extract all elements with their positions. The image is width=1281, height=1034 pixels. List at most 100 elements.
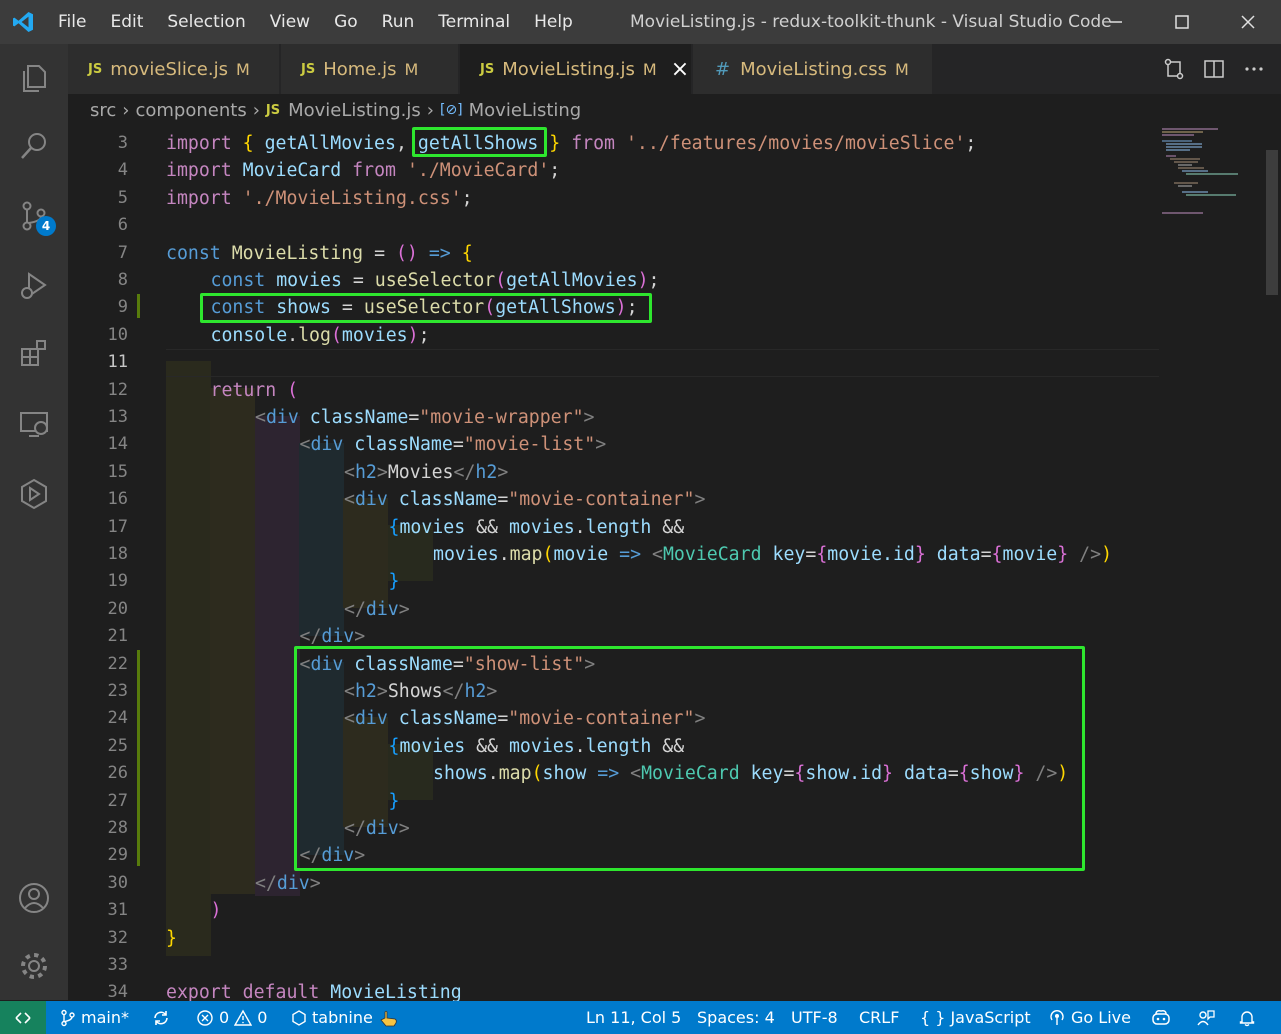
close-tab-icon[interactable]: × xyxy=(671,57,689,82)
css-file-icon: # xyxy=(715,58,731,80)
line-number: 27 xyxy=(107,790,128,811)
search-icon xyxy=(21,133,46,159)
tab-home[interactable]: JS Home.js M xyxy=(281,44,459,94)
window-title: MovieListing.js - redux-toolkit-thunk - … xyxy=(630,12,1112,32)
copilot-button[interactable] xyxy=(1150,1001,1172,1034)
settings-button[interactable] xyxy=(0,936,68,996)
feedback-button[interactable] xyxy=(1196,1001,1216,1034)
tab-movielisting[interactable]: JS MovieListing.js M × xyxy=(460,44,692,94)
modified-indicator: M xyxy=(895,59,909,79)
accounts-button[interactable] xyxy=(0,868,68,928)
source-control-badge: 4 xyxy=(36,216,56,236)
window-controls xyxy=(1083,0,1281,44)
line-number: 32 xyxy=(107,927,128,948)
remote-icon xyxy=(15,1011,31,1024)
hand-pointer-icon xyxy=(380,1010,397,1026)
code-line-17: {movies && movies.length && xyxy=(388,516,685,538)
maximize-icon xyxy=(1175,15,1189,29)
close-icon xyxy=(1241,15,1255,29)
line-number: 31 xyxy=(107,900,128,921)
highlight-box-selector xyxy=(200,293,652,323)
line-number: 13 xyxy=(107,407,128,427)
code-editor[interactable]: 3 4 5 6 7 8 9 10 11 12 13 14 15 16 17 18… xyxy=(68,126,1281,1001)
tab-movielisting-css[interactable]: # MovieListing.css M xyxy=(693,44,933,94)
line-number: 23 xyxy=(107,681,128,701)
line-number: 24 xyxy=(107,708,128,729)
breadcrumb: src › components › JS MovieListing.js › … xyxy=(68,94,1281,126)
tabnine-indicator[interactable]: tabnine xyxy=(291,1001,400,1034)
encoding[interactable]: UTF-8 xyxy=(791,1001,838,1034)
sync-button[interactable] xyxy=(151,1001,171,1034)
cursor-position[interactable]: Ln 11, Col 5 xyxy=(586,1001,681,1034)
code-line-32: } xyxy=(166,927,177,949)
line-number: 15 xyxy=(107,461,128,482)
line-number: 30 xyxy=(107,872,128,893)
git-modified-marker xyxy=(137,294,140,318)
problems-indicator[interactable]: 0 0 xyxy=(196,1001,267,1034)
breadcrumb-file[interactable]: MovieListing.js xyxy=(288,100,421,121)
live-share-icon xyxy=(21,478,47,510)
go-live-button[interactable]: Go Live xyxy=(1048,1001,1131,1034)
more-actions-icon[interactable] xyxy=(1243,58,1265,80)
explorer-button[interactable] xyxy=(0,48,68,108)
minimize-icon xyxy=(1110,21,1122,23)
language-mode[interactable]: { } JavaScript xyxy=(920,1001,1031,1034)
indentation[interactable]: Spaces: 4 xyxy=(697,1001,775,1034)
close-window-button[interactable] xyxy=(1215,0,1281,44)
branch-indicator[interactable]: main* xyxy=(60,1001,129,1034)
code-line-8: const movies = useSelector(getAllMovies)… xyxy=(210,270,660,291)
minimize-button[interactable] xyxy=(1083,0,1149,44)
line-number: 7 xyxy=(117,242,128,263)
modified-indicator: M xyxy=(642,59,657,79)
menu-edit[interactable]: Edit xyxy=(98,0,155,44)
gear-icon xyxy=(21,953,47,979)
menu-selection[interactable]: Selection xyxy=(155,0,257,44)
code-line-20: </div> xyxy=(344,598,410,620)
git-modified-marker xyxy=(137,650,140,866)
braces-icon: { } xyxy=(920,1008,946,1027)
remote-explorer-button[interactable] xyxy=(0,394,68,454)
language-label: JavaScript xyxy=(950,1008,1031,1027)
bell-icon xyxy=(1239,1010,1255,1026)
code-line-18: movies.map(movie => <MovieCard key={movi… xyxy=(433,544,1113,565)
code-line-16: <div className="movie-container"> xyxy=(344,489,706,511)
menu-file[interactable]: File xyxy=(46,0,98,44)
breadcrumb-components[interactable]: components xyxy=(135,100,246,121)
maximize-button[interactable] xyxy=(1149,0,1215,44)
menu-go[interactable]: Go xyxy=(322,0,370,44)
end-of-line[interactable]: CRLF xyxy=(859,1001,899,1034)
chevron-right-icon: › xyxy=(122,99,130,121)
editor-actions xyxy=(1163,44,1265,94)
live-share-button[interactable] xyxy=(0,464,68,524)
editor-scrollbar[interactable] xyxy=(1258,126,1281,1001)
code-line-14: <div className="movie-list"> xyxy=(299,434,607,456)
breadcrumb-src[interactable]: src xyxy=(90,100,116,121)
error-icon xyxy=(197,1009,213,1026)
menu-view[interactable]: View xyxy=(258,0,322,44)
remote-indicator[interactable] xyxy=(0,1001,46,1034)
tab-movieslice[interactable]: JS movieSlice.js M xyxy=(68,44,280,94)
breadcrumb-symbol[interactable]: MovieListing xyxy=(469,100,582,121)
extensions-button[interactable] xyxy=(0,324,68,384)
open-changes-icon[interactable] xyxy=(1163,58,1185,80)
copilot-icon xyxy=(1152,1009,1170,1025)
menu-run[interactable]: Run xyxy=(370,0,427,44)
source-control-button[interactable]: 4 xyxy=(0,186,68,246)
search-button[interactable] xyxy=(0,116,68,176)
line-number-gutter: 3 4 5 6 7 8 9 10 11 12 13 14 15 16 17 18… xyxy=(68,126,148,1001)
scrollbar-thumb[interactable] xyxy=(1266,150,1278,295)
indent-guide xyxy=(343,498,388,608)
line-number: 29 xyxy=(107,845,128,866)
code-line-19: } xyxy=(388,571,400,593)
account-icon xyxy=(19,883,49,913)
extensions-icon xyxy=(21,340,46,366)
line-number: 3 xyxy=(117,133,128,153)
line-number: 33 xyxy=(107,955,128,975)
minimap[interactable] xyxy=(1158,126,1258,246)
notifications-button[interactable] xyxy=(1238,1001,1256,1034)
menu-terminal[interactable]: Terminal xyxy=(426,0,522,44)
split-editor-icon[interactable] xyxy=(1203,58,1225,80)
code-line-15: <h2>Movies</h2> xyxy=(344,461,509,483)
run-debug-button[interactable] xyxy=(0,256,68,316)
line-number: 16 xyxy=(107,489,128,510)
